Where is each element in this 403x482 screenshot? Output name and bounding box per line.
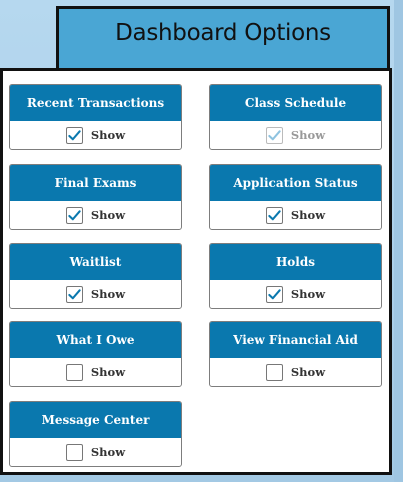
background-sliver [394,0,403,482]
show-checkbox[interactable] [265,363,283,381]
show-label[interactable]: Show [91,287,125,301]
option-title: Message Center [10,402,181,438]
option-title: Application Status [210,165,381,201]
show-checkbox[interactable] [65,126,83,144]
option-title: Final Exams [10,165,181,201]
show-checkbox[interactable] [265,206,283,224]
option-card-final-exams: Final Exams Show [9,164,182,230]
show-checkbox[interactable] [65,363,83,381]
option-title: Recent Transactions [10,85,181,121]
checkmark-icon [68,288,81,299]
show-label[interactable]: Show [91,128,125,142]
show-checkbox[interactable] [65,285,83,303]
checkmark-icon [68,129,81,140]
checkmark-icon [268,288,281,299]
option-title: Class Schedule [210,85,381,121]
show-checkbox[interactable] [65,206,83,224]
option-card-class-schedule: Class Schedule Show [209,84,382,150]
option-card-recent-transactions: Recent Transactions Show [9,84,182,150]
checkmark-icon [268,129,281,140]
show-label[interactable]: Show [291,287,325,301]
show-checkbox[interactable] [65,443,83,461]
show-label[interactable]: Show [91,208,125,222]
show-label[interactable]: Show [91,445,125,459]
show-label[interactable]: Show [291,208,325,222]
show-checkbox [265,126,283,144]
checkmark-icon [268,209,281,220]
option-card-application-status: Application Status Show [209,164,382,230]
option-card-waitlist: Waitlist Show [9,243,182,309]
show-label[interactable]: Show [291,365,325,379]
checkmark-icon [68,209,81,220]
option-title: What I Owe [10,322,181,358]
show-checkbox[interactable] [265,285,283,303]
page-title: Dashboard Options [115,20,331,46]
option-title: View Financial Aid [210,322,381,358]
option-card-view-financial-aid: View Financial Aid Show [209,321,382,387]
show-label: Show [290,128,326,142]
option-card-message-center: Message Center Show [9,401,182,467]
option-title: Holds [210,244,381,280]
option-card-holds: Holds Show [209,243,382,309]
option-card-what-i-owe: What I Owe Show [9,321,182,387]
show-label[interactable]: Show [91,365,125,379]
option-title: Waitlist [10,244,181,280]
